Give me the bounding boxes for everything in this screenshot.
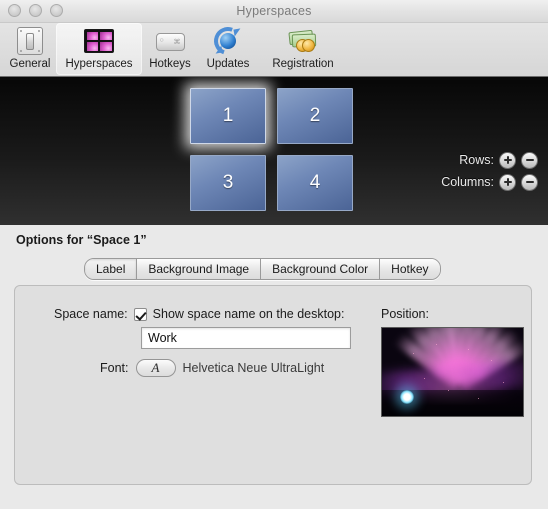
aurora-wallpaper-thumbnail[interactable] [381, 327, 524, 417]
tab-label[interactable]: Label [85, 259, 138, 279]
rows-stepper-row: Rows: [441, 149, 538, 171]
minimize-button[interactable] [29, 4, 42, 17]
toolbar-label-hyperspaces: Hyperspaces [65, 58, 133, 70]
globe-refresh-icon [209, 22, 247, 60]
toolbar-item-general[interactable]: General [4, 23, 56, 75]
font-name-value: Helvetica Neue UltraLight [182, 361, 325, 375]
toolbar-label-general: General [9, 58, 51, 70]
toolbar-item-hyperspaces[interactable]: Hyperspaces [56, 23, 142, 75]
toolbar-label-registration: Registration [272, 58, 334, 70]
grid-size-steppers: Rows: Columns: [441, 149, 538, 193]
add-column-button[interactable] [499, 173, 516, 191]
tab-background-color[interactable]: Background Color [261, 259, 381, 279]
spaces-grid-icon [84, 26, 114, 56]
columns-stepper-row: Columns: [441, 171, 538, 193]
toolbar-item-hotkeys[interactable]: ○ ⌘ Hotkeys [142, 23, 198, 75]
add-row-button[interactable] [499, 151, 516, 169]
window-titlebar: Hyperspaces [0, 0, 548, 23]
columns-label: Columns: [441, 175, 494, 189]
close-button[interactable] [8, 4, 21, 17]
switch-plate-icon [15, 26, 45, 56]
remove-column-button[interactable] [521, 173, 538, 191]
remove-row-button[interactable] [521, 151, 538, 169]
space-name-label: Space name: [54, 307, 128, 321]
position-label: Position: [381, 307, 429, 321]
tab-background-image[interactable]: Background Image [137, 259, 262, 279]
show-space-name-checkbox[interactable] [133, 307, 147, 321]
space-tile-1[interactable]: 1 [190, 88, 266, 144]
money-coins-icon [288, 26, 318, 56]
font-picker-button[interactable]: A [135, 359, 176, 377]
space-tile-4[interactable]: 4 [277, 155, 353, 211]
label-tab-panel: Space name: Show space name on the deskt… [14, 285, 532, 485]
zoom-button[interactable] [50, 4, 63, 17]
window-title: Hyperspaces [236, 4, 312, 18]
tab-hotkey[interactable]: Hotkey [380, 259, 440, 279]
traffic-light-buttons [8, 4, 63, 17]
position-block: Position: [381, 307, 524, 417]
options-tab-bar: Label Background Image Background Color … [84, 258, 441, 280]
keyboard-key-icon: ○ ⌘ [155, 26, 185, 56]
space-name-input[interactable]: Work [141, 327, 351, 349]
space-tile-2[interactable]: 2 [277, 88, 353, 144]
font-row: Font: A Helvetica Neue UltraLight [100, 359, 324, 377]
font-label: Font: [100, 361, 129, 375]
options-section: Options for “Space 1” Label Background I… [0, 225, 548, 509]
spaces-preview-area: 1 2 3 4 Rows: Columns: [0, 77, 548, 225]
toolbar-label-hotkeys: Hotkeys [149, 58, 191, 70]
space-name-row: Space name: Show space name on the deskt… [54, 307, 344, 321]
toolbar-item-updates[interactable]: Updates [198, 22, 258, 75]
toolbar-label-updates: Updates [206, 58, 250, 70]
options-heading: Options for “Space 1” [16, 233, 147, 247]
space-tile-3-number: 3 [222, 172, 234, 193]
preferences-toolbar: General Hyperspaces ○ ⌘ Hotkeys Updates … [0, 22, 548, 77]
space-tile-1-number: 1 [222, 105, 234, 126]
space-tile-3[interactable]: 3 [190, 155, 266, 211]
show-space-name-label: Show space name on the desktop: [152, 307, 345, 321]
space-tile-2-number: 2 [309, 105, 321, 126]
aurora-star-glow [400, 389, 415, 404]
space-tile-4-number: 4 [309, 172, 321, 193]
hyperspaces-preferences-window: Hyperspaces General Hyperspaces ○ ⌘ Hotk… [0, 0, 548, 509]
toolbar-item-registration[interactable]: Registration [258, 23, 348, 75]
rows-label: Rows: [459, 153, 494, 167]
